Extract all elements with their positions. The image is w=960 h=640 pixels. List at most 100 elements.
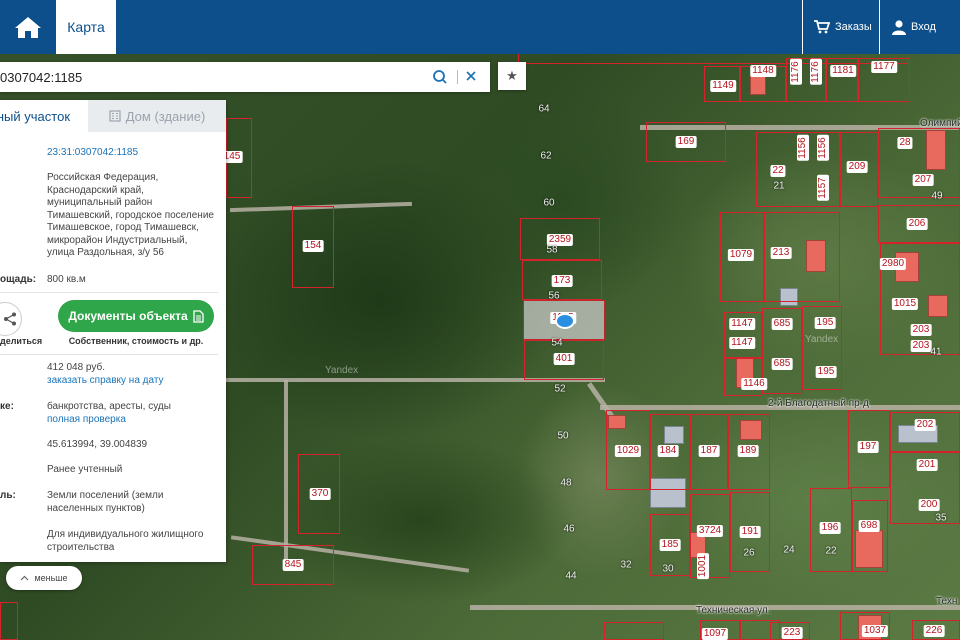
street-label: Олимпийская: [920, 118, 960, 129]
parcel-number: 202: [914, 419, 936, 431]
street-label: Техническая ул.: [696, 605, 771, 616]
parcel-number: 1157: [817, 175, 829, 201]
parcel-number: 206: [906, 218, 928, 230]
address-line: микрорайон Индустриальный,: [47, 234, 188, 246]
parcel-number: 197: [857, 441, 879, 453]
parcel-number: 200: [918, 499, 940, 511]
parcel[interactable]: [724, 358, 762, 396]
house-number: 35: [935, 512, 947, 524]
parcel-number: 3724: [696, 525, 724, 537]
check-info: банкротства, аресты, суды полная проверк…: [47, 401, 171, 426]
house-number: 50: [557, 430, 569, 442]
home-icon: [15, 17, 41, 38]
house-number: 24: [783, 544, 795, 556]
street-label: Техн: [936, 596, 958, 607]
house-number: 44: [565, 570, 577, 582]
parcel[interactable]: [890, 412, 960, 452]
selected-marker[interactable]: [555, 313, 575, 329]
orders-label: Заказы: [835, 21, 872, 33]
address-line: Краснодарский край,: [47, 184, 144, 196]
parcel[interactable]: [852, 500, 888, 572]
login-button[interactable]: Вход: [884, 0, 944, 54]
parcel-number: 1146: [741, 378, 767, 390]
user-icon: [892, 19, 906, 35]
house-number: 52: [554, 383, 566, 395]
parcel-number: 195: [814, 317, 836, 329]
parcel[interactable]: [0, 602, 18, 640]
favorite-button[interactable]: ★: [498, 62, 526, 90]
collapse-panel-button[interactable]: меньше: [6, 566, 82, 590]
road: [284, 380, 288, 560]
cadastral-cost: 412 048 руб. заказать справку на дату: [47, 362, 164, 387]
usage-line: строительства: [47, 541, 115, 553]
parcel-number: 685: [771, 358, 793, 370]
order-certificate-link[interactable]: заказать справку на дату: [47, 375, 164, 388]
home-button[interactable]: [0, 0, 56, 54]
parcel-number: 1097: [701, 628, 729, 640]
cadastral-number-link[interactable]: 23:31:0307042:1185: [47, 147, 138, 158]
full-check-link[interactable]: полная проверка: [47, 414, 171, 427]
tab-building[interactable]: Дом (здание): [88, 100, 226, 132]
house-number: 64: [538, 103, 550, 115]
yandex-watermark: Yandex: [325, 365, 359, 376]
parcel-number: 187: [698, 445, 720, 457]
search-input[interactable]: [0, 62, 420, 92]
close-icon[interactable]: [465, 70, 477, 82]
parcel[interactable]: [604, 622, 664, 640]
top-header: Карта Заказы Вход: [0, 0, 960, 54]
cart-icon: [814, 20, 830, 34]
area-label: ощадь:: [0, 274, 37, 285]
parcel-number: 173: [551, 275, 573, 287]
parcel-number: 1029: [614, 445, 642, 457]
cost-value: 412 048 руб.: [47, 362, 105, 373]
tab-building-label: Дом (здание): [125, 108, 206, 124]
house-number: 26: [743, 547, 755, 559]
parcel-number: 370: [309, 488, 331, 500]
house-number: 58: [546, 244, 558, 256]
street-label: 2-й Благодатный пр-д: [768, 398, 869, 409]
header-divider: [879, 0, 880, 54]
parcel-number: 2980: [879, 258, 907, 270]
tab-land-plot[interactable]: ный участок: [0, 100, 88, 132]
search-bar: [0, 62, 490, 92]
parcel-number: 195: [815, 366, 837, 378]
parcel-number: 1147: [729, 337, 755, 349]
parcel-number: 185: [659, 539, 681, 551]
parcel-number: 1176: [810, 59, 822, 85]
house-number: 32: [620, 559, 632, 571]
parcel-number: 226: [923, 625, 945, 637]
share-icon: [4, 312, 16, 326]
parcel-number: 1037: [861, 625, 889, 637]
address: Российская Федерация, Краснодарский край…: [47, 172, 219, 260]
parcel[interactable]: [878, 128, 960, 198]
house-number: 62: [540, 150, 552, 162]
share-button[interactable]: [0, 302, 22, 336]
share-label: делиться: [0, 336, 43, 346]
login-label: Вход: [911, 21, 936, 33]
yandex-watermark: Yandex: [805, 334, 839, 345]
divider: [0, 292, 218, 293]
category-line: Земли поселений (земли: [47, 490, 164, 501]
parcel-number: 213: [770, 247, 792, 259]
parcel-number: 1079: [727, 249, 755, 261]
parcel-number: 191: [739, 526, 761, 538]
parcel-number: 22: [770, 165, 786, 177]
orders-button[interactable]: Заказы: [806, 0, 880, 54]
coordinates: 45.613994, 39.004839: [47, 439, 148, 450]
object-documents-button[interactable]: Документы объекта: [58, 300, 214, 332]
tab-map[interactable]: Карта: [56, 0, 116, 54]
object-info-panel: ный участок Дом (здание) 23:31:0307042:1…: [0, 100, 226, 562]
parcel-number: 189: [737, 445, 759, 457]
category-label: ль:: [0, 490, 16, 501]
divider: [0, 354, 218, 355]
search-icon[interactable]: [432, 69, 448, 85]
parcel-number: 1156: [817, 135, 829, 161]
check-label: ке:: [0, 401, 14, 412]
usage-line: Для индивидуального жилищного: [47, 529, 204, 540]
address-line: улица Раздольная, з/у 56: [47, 247, 164, 258]
address-line: Тимашевское, город Тимашевск,: [47, 222, 199, 233]
parcel-number: 223: [781, 627, 803, 639]
house-number: 60: [543, 197, 555, 209]
parcel-number: 1177: [871, 61, 897, 73]
house-number: 21: [773, 180, 785, 192]
